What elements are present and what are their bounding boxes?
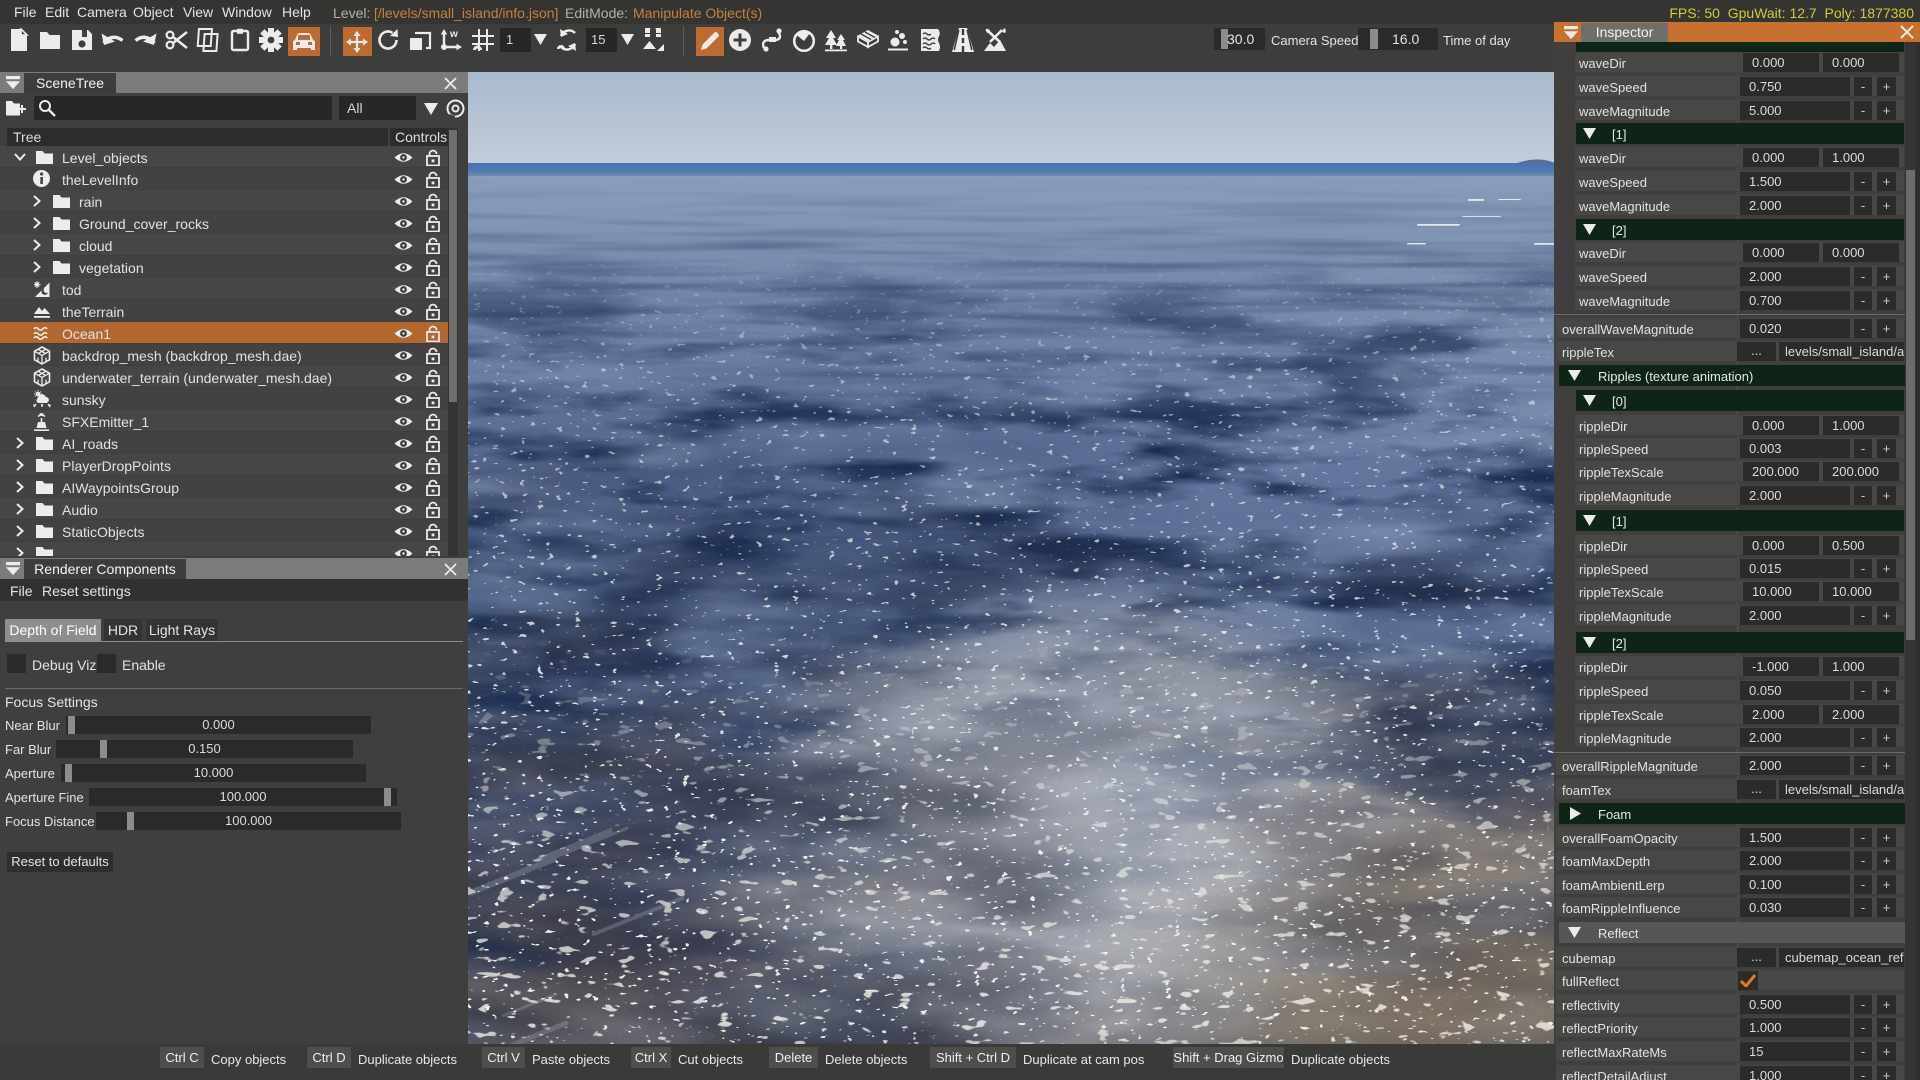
svg-text:w: w xyxy=(449,29,458,40)
